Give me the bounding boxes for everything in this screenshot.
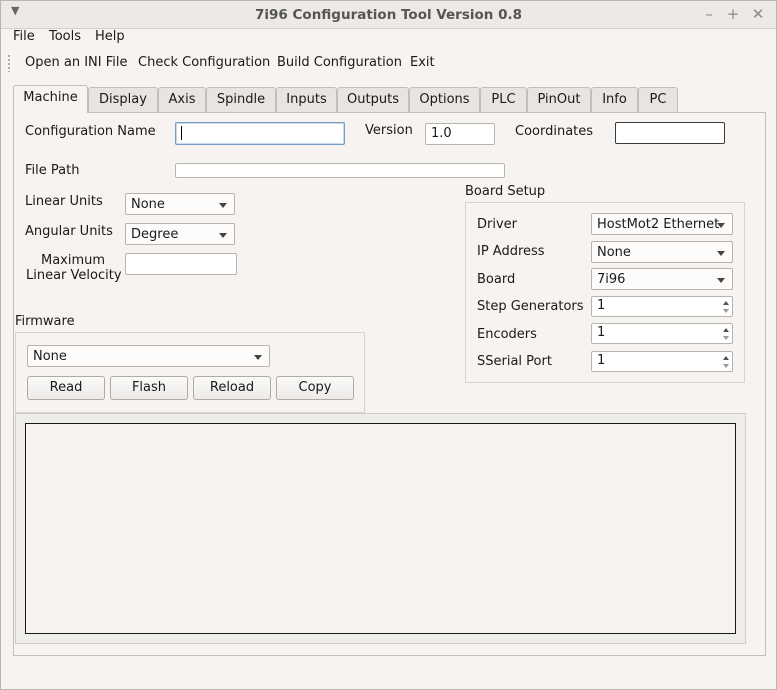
- linear-units-label: Linear Units: [25, 194, 103, 209]
- angular-units-label: Angular Units: [25, 224, 113, 239]
- step-generators-value: 1: [597, 298, 606, 313]
- menu-tools[interactable]: Tools: [49, 29, 81, 44]
- step-generators-spinbox[interactable]: 1: [591, 296, 733, 317]
- tab-spindle[interactable]: Spindle: [206, 87, 276, 112]
- board-value: 7i96: [597, 272, 626, 287]
- tab-machine[interactable]: Machine: [13, 85, 88, 113]
- chevron-down-icon: [717, 278, 725, 283]
- tab-options[interactable]: Options: [409, 87, 480, 112]
- coordinates-label: Coordinates: [515, 124, 594, 139]
- menu-help[interactable]: Help: [95, 29, 125, 44]
- step-generators-label: Step Generators: [477, 299, 584, 314]
- firmware-value: None: [33, 349, 67, 364]
- linear-units-select[interactable]: None: [125, 193, 235, 215]
- spin-down-icon[interactable]: [723, 336, 729, 340]
- text-caret: [181, 125, 182, 140]
- tab-pc[interactable]: PC: [638, 87, 678, 112]
- sserial-port-label: SSerial Port: [477, 354, 552, 369]
- tab-info[interactable]: Info: [591, 87, 638, 112]
- title-bar: ▼ 7i96 Configuration Tool Version 0.8 – …: [1, 1, 776, 29]
- flash-button[interactable]: Flash: [110, 376, 188, 400]
- driver-label: Driver: [477, 217, 518, 232]
- sserial-port-value: 1: [597, 353, 606, 368]
- chevron-down-icon: [717, 251, 725, 256]
- config-name-label: Configuration Name: [25, 124, 156, 139]
- minimize-icon[interactable]: –: [701, 5, 717, 23]
- tab-pinout[interactable]: PinOut: [527, 87, 591, 112]
- spin-up-icon[interactable]: [723, 356, 729, 360]
- tab-display[interactable]: Display: [88, 87, 158, 112]
- chevron-down-icon: [254, 355, 262, 360]
- window-title: 7i96 Configuration Tool Version 0.8: [255, 7, 522, 23]
- menu-file[interactable]: File: [13, 29, 35, 44]
- encoders-value: 1: [597, 325, 606, 340]
- file-path-label: File Path: [25, 163, 80, 178]
- tab-inputs[interactable]: Inputs: [276, 87, 337, 112]
- angular-units-select[interactable]: Degree: [125, 223, 235, 245]
- chevron-down-icon: [219, 203, 227, 208]
- driver-value: HostMot2 Ethernet: [597, 217, 720, 232]
- ip-address-select[interactable]: None: [591, 241, 733, 263]
- firmware-select[interactable]: None: [27, 345, 270, 367]
- max-linear-velocity-label-line2: Linear Velocity: [26, 268, 122, 283]
- toolbar: Open an INI File Check Configuration Bui…: [1, 51, 776, 77]
- angular-units-value: Degree: [131, 227, 179, 242]
- version-input[interactable]: 1.0: [425, 123, 495, 145]
- output-text-area[interactable]: [25, 423, 736, 634]
- read-button[interactable]: Read: [27, 376, 105, 400]
- version-label: Version: [365, 123, 413, 138]
- copy-button[interactable]: Copy: [276, 376, 354, 400]
- ip-address-label: IP Address: [477, 244, 545, 259]
- coordinates-field[interactable]: [615, 122, 725, 144]
- reload-button[interactable]: Reload: [193, 376, 271, 400]
- max-linear-velocity-input[interactable]: [125, 253, 237, 275]
- build-config-button[interactable]: Build Configuration: [277, 55, 402, 70]
- open-ini-button[interactable]: Open an INI File: [25, 55, 127, 70]
- encoders-label: Encoders: [477, 327, 537, 342]
- close-icon[interactable]: ✕: [750, 5, 766, 23]
- board-setup-label: Board Setup: [465, 184, 546, 199]
- max-linear-velocity-label-line1: Maximum: [41, 253, 106, 268]
- maximize-icon[interactable]: +: [725, 5, 741, 23]
- config-name-input[interactable]: [175, 122, 345, 145]
- board-select[interactable]: 7i96: [591, 268, 733, 290]
- spin-up-icon[interactable]: [723, 301, 729, 305]
- app-window: ▼ 7i96 Configuration Tool Version 0.8 – …: [0, 0, 777, 690]
- board-label: Board: [477, 272, 516, 287]
- chevron-down-icon: [219, 233, 227, 238]
- encoders-spinbox[interactable]: 1: [591, 323, 733, 344]
- toolbar-grip[interactable]: [7, 54, 11, 72]
- tab-plc[interactable]: PLC: [480, 87, 527, 112]
- file-path-field: [175, 163, 505, 178]
- ip-address-value: None: [597, 245, 631, 260]
- tab-axis[interactable]: Axis: [158, 87, 206, 112]
- spin-up-icon[interactable]: [723, 328, 729, 332]
- spin-down-icon[interactable]: [723, 309, 729, 313]
- chevron-down-icon: [717, 223, 725, 228]
- driver-select[interactable]: HostMot2 Ethernet: [591, 213, 733, 235]
- firmware-label: Firmware: [15, 314, 75, 329]
- spin-down-icon[interactable]: [723, 364, 729, 368]
- check-config-button[interactable]: Check Configuration: [138, 55, 270, 70]
- linear-units-value: None: [131, 197, 165, 212]
- menu-bar: File Tools Help: [1, 29, 776, 49]
- exit-button[interactable]: Exit: [410, 55, 435, 70]
- tab-outputs[interactable]: Outputs: [337, 87, 409, 112]
- sserial-port-spinbox[interactable]: 1: [591, 351, 733, 372]
